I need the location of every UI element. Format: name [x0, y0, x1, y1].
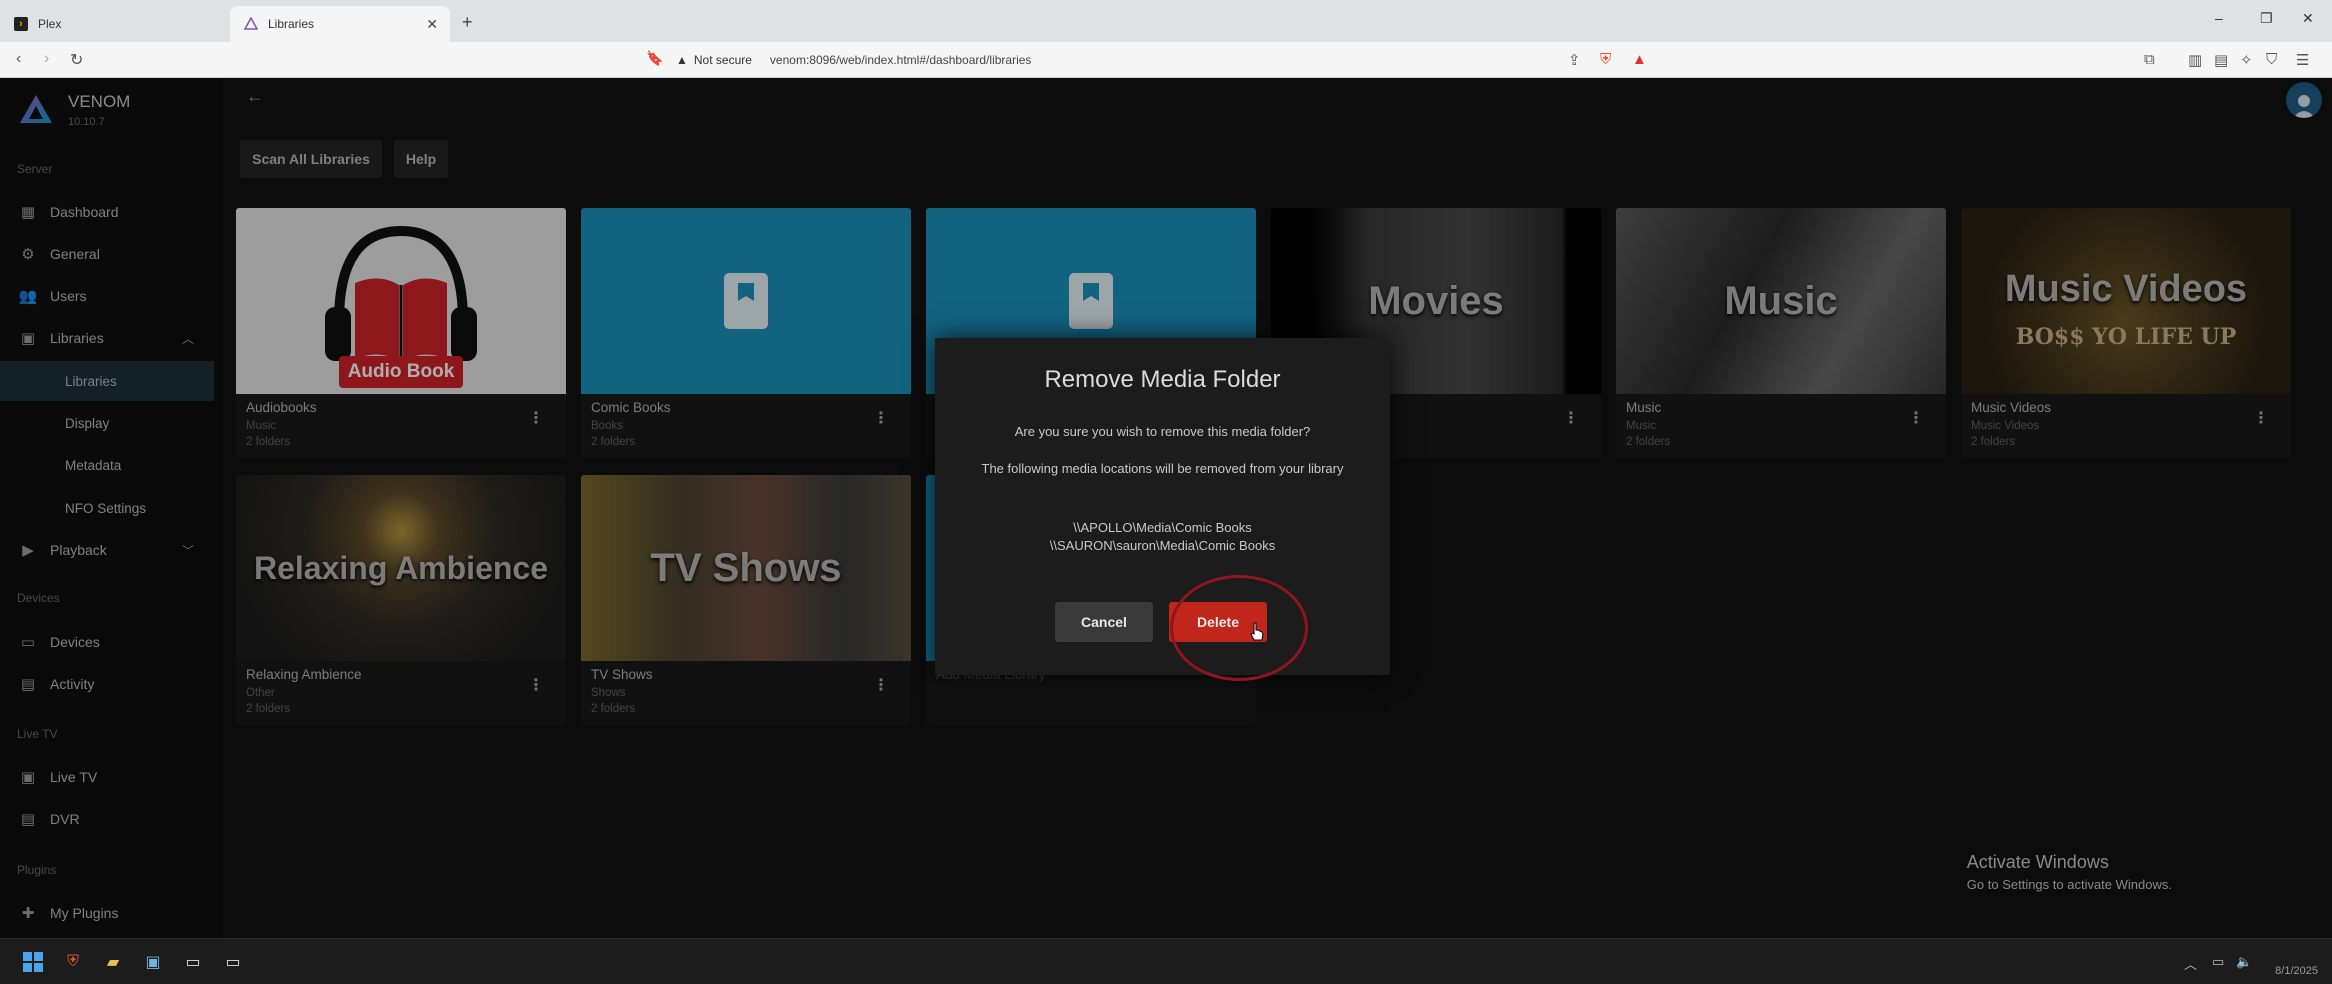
- brave-rewards-icon[interactable]: ▲: [1632, 51, 1647, 68]
- activate-windows-watermark: Activate Windows Go to Settings to activ…: [1967, 852, 2172, 892]
- address-bar: ‹ › ↻ 🔖 ▲ Not secure venom:8096/web/inde…: [0, 42, 2332, 78]
- dialog-title: Remove Media Folder: [1044, 366, 1281, 393]
- watermark-title: Activate Windows: [1966, 852, 2109, 872]
- bookmark-icon[interactable]: 🔖: [646, 50, 663, 67]
- browser-tab-plex[interactable]: › Plex: [0, 6, 228, 42]
- wallet-icon[interactable]: ▤: [2214, 51, 2228, 69]
- media-location: \\APOLLO\Media\Comic Books: [1073, 520, 1252, 535]
- network-icon[interactable]: ▭: [2212, 954, 2224, 970]
- brave-shield-icon[interactable]: ⛨: [1600, 51, 1611, 68]
- dialog-message: The following media locations will be re…: [981, 461, 1344, 476]
- close-tab-icon[interactable]: ✕: [426, 16, 438, 33]
- sidebar-toggle-icon[interactable]: ▥: [2188, 51, 2202, 69]
- windows-taskbar: ⛨ ▰ ▣ ▭ ▭ ︿ ▭ 🔈 8/1/2025: [0, 938, 2332, 984]
- reload-icon[interactable]: ↻: [70, 50, 83, 70]
- new-tab-button[interactable]: +: [462, 12, 473, 33]
- media-location: \\SAURON\sauron\Media\Comic Books: [1049, 538, 1276, 553]
- volume-icon[interactable]: 🔈: [2236, 954, 2252, 970]
- tab-label: Plex: [38, 17, 62, 31]
- cancel-button[interactable]: Cancel: [1055, 602, 1153, 642]
- security-label: Not secure: [693, 53, 752, 67]
- windows-start-icon[interactable]: [22, 951, 44, 973]
- restore-icon[interactable]: ❐: [2260, 10, 2273, 27]
- highlight-circle: [1170, 575, 1308, 681]
- watermark-subtitle: Go to Settings to activate Windows.: [1966, 877, 2172, 892]
- minimize-icon[interactable]: –: [2215, 10, 2223, 26]
- vpn-icon[interactable]: ⛉: [2266, 51, 2277, 68]
- chevron-up-icon[interactable]: ︿: [2184, 954, 2197, 973]
- url-text: venom:8096/web/index.html#/dashboard/lib…: [769, 53, 1032, 67]
- remove-media-folder-dialog: Remove Media Folder Are you sure you wis…: [935, 338, 1390, 675]
- file-explorer-icon[interactable]: ▰: [102, 951, 124, 973]
- remote-desktop-icon[interactable]: ▣: [142, 951, 164, 973]
- dialog-question: Are you sure you wish to remove this med…: [1014, 424, 1311, 439]
- tab-label: Libraries: [268, 17, 315, 31]
- share-icon[interactable]: ⇪: [1568, 51, 1581, 69]
- forward-icon[interactable]: ›: [44, 50, 49, 68]
- warning-icon: ▲: [676, 53, 688, 67]
- jellyfin-icon: [243, 16, 259, 31]
- menu-icon[interactable]: ☰: [2296, 51, 2309, 69]
- translate-icon[interactable]: ⧉: [2144, 51, 2155, 68]
- taskbar-date: 8/1/2025: [2275, 965, 2318, 977]
- extensions-icon[interactable]: ✧: [2240, 51, 2253, 69]
- terminal-icon[interactable]: ▭: [182, 951, 204, 973]
- plex-icon: ›: [14, 17, 28, 31]
- hand-cursor-icon: [1250, 622, 1264, 641]
- console-icon[interactable]: ▭: [222, 951, 244, 973]
- brave-browser-icon[interactable]: ⛨: [62, 951, 84, 973]
- back-icon[interactable]: ‹: [16, 50, 21, 68]
- url-field[interactable]: ▲ Not secure venom:8096/web/index.html#/…: [676, 48, 1596, 72]
- close-window-icon[interactable]: ✕: [2302, 10, 2314, 27]
- browser-tab-libraries[interactable]: Libraries ✕: [230, 6, 450, 42]
- browser-tab-bar: › Plex Libraries ✕ + – ❐ ✕: [0, 0, 2332, 42]
